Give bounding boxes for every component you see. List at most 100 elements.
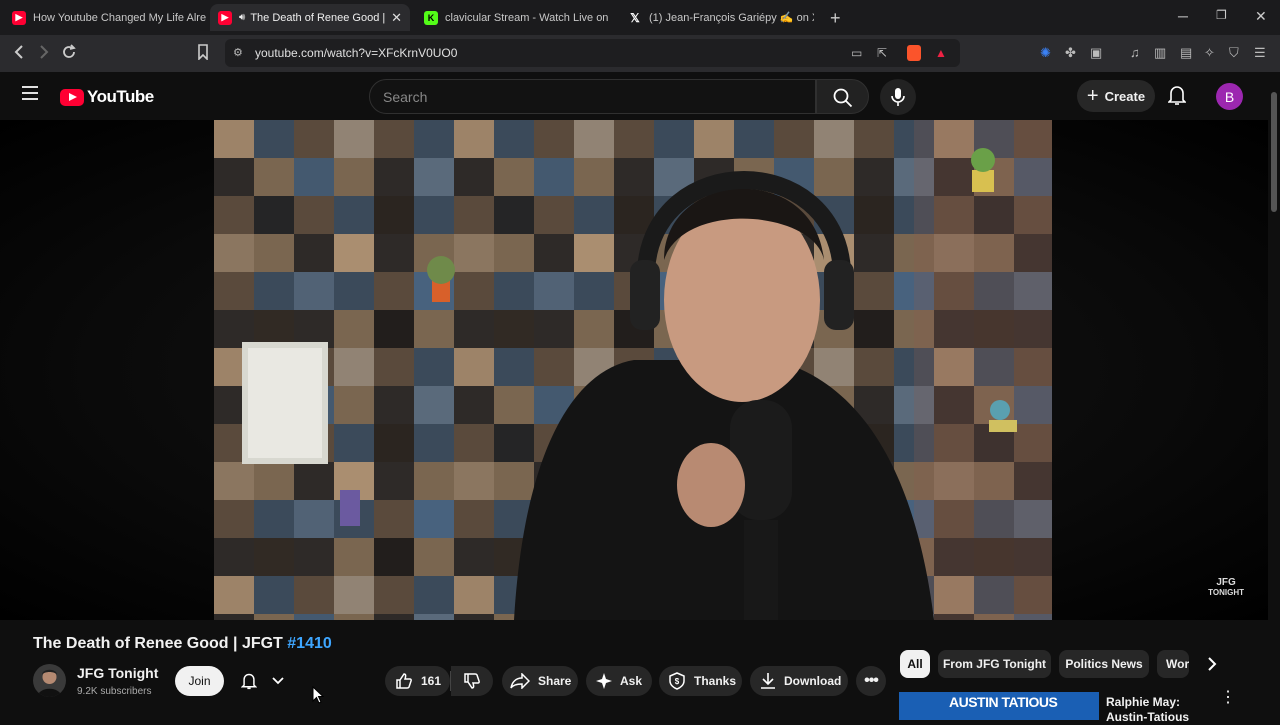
youtube-header: YouTube Search + Create B — [0, 72, 1268, 120]
notifications-icon[interactable] — [1167, 84, 1187, 111]
tab-title: How Youtube Changed My Life Alrea — [33, 11, 206, 24]
bell-icon — [240, 673, 257, 690]
share-button[interactable]: Share — [502, 666, 578, 696]
video-still-image — [214, 120, 1052, 620]
address-bar[interactable]: ⚙ youtube.com/watch?v=XFcKrnV0UO0 ▭ ⇱ ▲ — [225, 39, 960, 67]
search-button[interactable] — [816, 79, 869, 114]
tab-title: (1) Jean-François Gariépy ✍ on X: " — [649, 12, 814, 24]
channel-avatar[interactable] — [33, 664, 66, 697]
chip-world[interactable]: Worl — [1157, 650, 1189, 678]
new-tab-button[interactable]: + — [830, 8, 841, 29]
browser-tab[interactable]: 𝕏 (1) Jean-François Gariépy ✍ on X: " — [624, 4, 814, 31]
thanks-label: Thanks — [694, 674, 737, 688]
share-page-icon[interactable]: ⇱ — [877, 46, 887, 60]
youtube-logo[interactable]: YouTube — [60, 87, 154, 107]
url-text: youtube.com/watch?v=XFcKrnV0UO0 — [255, 46, 458, 60]
close-tab-icon[interactable]: ✕ — [391, 10, 402, 26]
more-actions-button[interactable]: ••• — [856, 666, 886, 696]
like-count: 161 — [421, 674, 442, 688]
ask-button[interactable]: Ask — [586, 666, 652, 696]
download-icon — [761, 673, 775, 689]
restore-icon[interactable]: ❐ — [1216, 8, 1227, 22]
ask-label: Ask — [620, 674, 643, 688]
menu-icon[interactable]: ☰ — [1254, 45, 1266, 61]
recommendation-title[interactable]: Ralphie May: Austin-Tatious — [1106, 695, 1216, 725]
download-label: Download — [784, 674, 842, 688]
hamburger-menu-icon[interactable] — [22, 86, 38, 105]
join-button[interactable]: Join — [175, 666, 224, 696]
thumbs-down-icon — [464, 673, 480, 689]
speaker-icon: 🔊︎ — [239, 12, 246, 23]
hashtag-link[interactable]: #1410 — [287, 635, 332, 652]
video-watermark: JFG TONIGHT — [1208, 578, 1244, 598]
dislike-button[interactable] — [451, 666, 493, 696]
download-button[interactable]: Download — [750, 666, 848, 696]
microphone-icon — [891, 88, 905, 106]
media-icon[interactable]: ♫ — [1130, 45, 1140, 60]
mouse-cursor-icon — [312, 686, 324, 704]
sidebar-icon[interactable]: ▥ — [1154, 45, 1166, 61]
chip-politics-news[interactable]: Politics News — [1059, 650, 1149, 678]
chip-all[interactable]: All — [900, 650, 930, 678]
logo-text: YouTube — [87, 87, 154, 106]
thanks-button[interactable]: $ Thanks — [659, 666, 742, 696]
tab-title: clavicular Stream - Watch Live on Kic — [445, 11, 610, 24]
vpn-icon[interactable]: ⛉ — [1229, 45, 1239, 61]
account-avatar[interactable]: B — [1216, 83, 1243, 110]
puzzle-icon[interactable]: ✤ — [1065, 45, 1076, 61]
share-label: Share — [538, 674, 572, 688]
video-player[interactable]: JFG TONIGHT — [0, 120, 1268, 620]
close-window-icon[interactable]: ✕ — [1255, 8, 1267, 25]
minimize-icon[interactable]: ─ — [1178, 8, 1188, 24]
video-title-text: The Death of Renee Good | JFGT — [33, 635, 288, 652]
video-title: The Death of Renee Good | JFGT #1410 — [33, 635, 332, 653]
search-icon — [833, 88, 853, 108]
browser-tab-active[interactable]: ▶ 🔊︎ The Death of Renee Good | JF ✕ — [210, 4, 410, 31]
tab-title: The Death of Renee Good | JF — [250, 11, 386, 24]
bookmark-icon[interactable] — [197, 44, 209, 65]
video-frame — [214, 120, 1052, 620]
chevron-down-icon — [271, 677, 284, 685]
scrollbar-thumb[interactable] — [1271, 92, 1277, 212]
voice-search-button[interactable] — [880, 79, 916, 115]
leo-ai-icon[interactable]: ✧ — [1204, 45, 1215, 61]
browser-tab-bar: ▶ How Youtube Changed My Life Alrea ▶ 🔊︎… — [0, 0, 1280, 35]
more-vertical-icon[interactable]: ⋮ — [1220, 690, 1236, 706]
subscription-bell-button[interactable] — [233, 666, 291, 696]
subscriber-count: 9.2K subscribers — [77, 686, 152, 697]
brave-shields-icon[interactable] — [907, 45, 921, 61]
youtube-play-icon — [60, 88, 84, 106]
youtube-icon: ▶ — [12, 10, 26, 25]
thumbs-up-icon — [396, 673, 412, 689]
page-scrollbar[interactable] — [1268, 72, 1280, 720]
search-input[interactable]: Search — [369, 79, 816, 114]
channel-name[interactable]: JFG Tonight — [77, 665, 158, 681]
brave-rewards-icon[interactable]: ▲ — [935, 46, 947, 60]
like-button[interactable]: 161 — [385, 666, 450, 696]
sparkle-icon — [596, 673, 612, 689]
create-button[interactable]: + Create — [1077, 80, 1155, 112]
chevron-right-icon[interactable] — [1207, 656, 1217, 677]
forward-icon[interactable] — [37, 44, 51, 65]
recommendation-thumbnail[interactable]: AUSTIN TATIOUS — [899, 692, 1099, 720]
youtube-icon: ▶ — [218, 10, 232, 25]
extension-icon[interactable]: ✺ — [1040, 45, 1051, 61]
chip-from-channel[interactable]: From JFG Tonight — [938, 650, 1051, 678]
super-thanks-icon: $ — [669, 672, 685, 690]
svg-text:$: $ — [675, 677, 680, 686]
browser-tab[interactable]: ▶ How Youtube Changed My Life Alrea — [6, 4, 206, 31]
cast-icon[interactable]: ▭ — [851, 46, 862, 60]
thumbnail-text: AUSTIN TATIOUS — [949, 694, 1058, 710]
browser-tab[interactable]: K clavicular Stream - Watch Live on Kic — [420, 4, 610, 31]
screenshot-icon[interactable]: ▣ — [1090, 45, 1102, 61]
browser-toolbar: ⚙ youtube.com/watch?v=XFcKrnV0UO0 ▭ ⇱ ▲ … — [0, 35, 1280, 72]
back-icon[interactable] — [12, 44, 26, 65]
create-label: Create — [1104, 88, 1146, 104]
plus-icon: + — [1086, 85, 1099, 107]
site-info-icon[interactable]: ⚙ — [233, 46, 243, 59]
search-placeholder: Search — [383, 89, 428, 105]
reload-icon[interactable] — [61, 44, 77, 65]
more-horizontal-icon: ••• — [864, 672, 879, 689]
wallet-icon[interactable]: ▤ — [1180, 45, 1192, 61]
x-icon: 𝕏 — [630, 10, 640, 25]
